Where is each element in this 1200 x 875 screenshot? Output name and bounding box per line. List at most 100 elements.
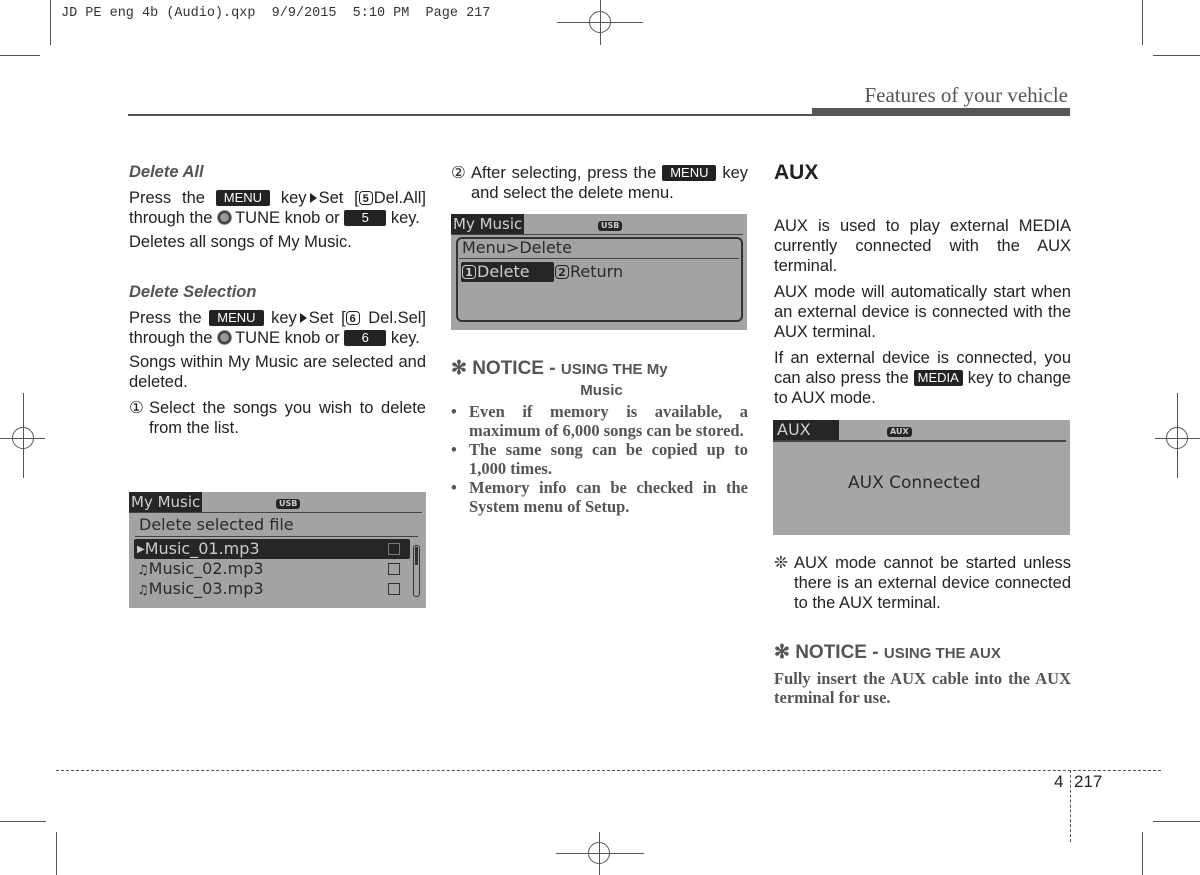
circled-number-icon: 5 [358,191,373,205]
text: or [324,329,340,347]
file-name: Music_03.mp3 [148,579,264,598]
menu-option-delete[interactable]: 1 Delete [461,262,554,282]
menu-key: MENU [215,190,271,206]
step-text: Select the songs you wish to delete from… [149,399,426,437]
text: key. [390,329,420,347]
divider [459,258,739,259]
notice-my-music: ✻ NOTICE - USING THE My Music • Even if m… [451,358,748,516]
option-number-icon: 1 [462,265,476,279]
note-text: AUX mode cannot be started unless there … [794,554,1071,612]
notice-subtitle: USING THE AUX [883,645,1001,662]
crop-mark [56,832,57,875]
aux-paragraph-1: AUX is used to play external MEDIA curre… [774,217,1071,275]
option-label: Delete [477,262,530,281]
text: Set [ [308,309,346,327]
screen-tab: My Music [129,492,203,512]
arrow-right-icon [309,193,317,203]
header-rule-accent [812,108,1070,116]
section-title: Features of your vehicle [864,83,1068,107]
key-5: 5 [344,210,387,226]
registration-mark [588,842,610,864]
screen-tab: My Music [451,214,525,234]
aux-note: ❊ AUX mode cannot be started unless ther… [774,553,1071,613]
notice-item: • Even if memory is available, a maximum … [451,402,748,440]
text: After selecting, press the [471,164,657,182]
delete-all-instructions: Press the MENU key Set [5 Del.All] through… [129,188,426,228]
text: TUNE knob [235,329,321,347]
crop-mark [1142,832,1143,875]
usb-badge: USB [598,221,623,231]
text: key [280,189,307,207]
page-number: 217 [1074,772,1103,791]
circled-number-icon: 6 [345,311,360,325]
text: key [271,309,297,327]
divider [135,536,418,537]
aux-paragraph-2: AUX mode will automatically start when a… [774,283,1071,341]
middle-column: ② After selecting, press the MENU key an… [451,163,748,203]
lcd-screen-aux: AUX AUX AUX Connected [773,420,1070,535]
notice-aux: ✻ NOTICE - USING THE AUX Fully insert th… [774,642,1071,707]
menu-option-return[interactable]: 2 Return [555,262,623,282]
play-arrow-icon: ▶ [137,544,145,555]
music-note-icon: ♫ [137,563,149,578]
registration-mark [12,427,34,449]
registration-mark [1166,427,1188,449]
arrow-right-icon [299,313,307,323]
media-key: MEDIA [913,370,963,386]
text: Memory info can be checked in the System… [469,478,748,516]
aux-paragraph-3: If an external device is connected, you … [774,348,1071,408]
crop-mark [0,55,40,56]
notice-subtitle: Music [580,382,623,399]
lcd-screen-delete-selected: My Music USB Delete selected file ▶Music… [129,492,426,608]
notice-item: • The same song can be copied up to 1,000… [451,440,748,478]
file-name: Music_01.mp3 [144,539,260,558]
text: Press the [129,189,205,207]
delete-all-heading: Delete All [129,163,204,181]
option-label: Return [570,262,624,281]
notice-subtitle: USING THE My [560,361,668,378]
tune-knob-icon [217,210,233,225]
text: The same song can be copied up to 1,000 … [469,440,748,478]
menu-key: MENU [662,165,717,181]
text: Set [ [318,189,359,207]
notice-label: NOTICE - [472,358,556,379]
usb-badge: USB [276,499,301,509]
option-number-icon: 2 [555,265,569,279]
scrollbar-thumb[interactable] [415,547,418,565]
divider [451,234,743,235]
notice-list: • Even if memory is available, a maximum … [451,402,748,516]
crop-mark [1142,0,1143,45]
lcd-screen-menu-delete: My Music USB Menu>Delete 1 Delete 2 Return [451,214,747,330]
checkbox[interactable] [388,543,400,555]
file-row[interactable]: ♫Music_02.mp3 [137,559,264,581]
file-row[interactable]: ▶Music_01.mp3 [137,539,260,560]
aux-status-message: AUX Connected [848,473,981,493]
checkbox[interactable] [388,563,400,575]
crop-mark [1153,821,1200,822]
step-text: After selecting, press the MENU key and … [471,163,748,203]
step-number: ② [451,164,466,182]
print-slug: JD PE eng 4b (Audio).qxp 9/9/2015 5:10 P… [61,6,491,21]
registration-mark [589,11,611,33]
music-note-icon: ♫ [137,583,149,598]
delete-selection-heading: Delete Selection [129,283,257,301]
text: Press the [129,309,202,327]
menu-key: MENU [209,310,264,326]
step-1: ① Select the songs you wish to delete fr… [129,398,426,438]
checkbox[interactable] [388,583,400,595]
screen-title: Delete selected file [139,515,294,534]
notice-heading: ✻ NOTICE - USING THE AUX [774,642,1071,665]
text: through the [129,209,213,227]
scrollbar[interactable] [413,545,420,597]
notice-heading: ✻ NOTICE - USING THE My Music [451,358,748,400]
file-name: Music_02.mp3 [148,559,264,578]
text: Even if memory is available, a maximum o… [469,402,748,440]
header-rule [128,114,812,116]
notice-label: NOTICE - [795,642,879,663]
file-row[interactable]: ♫Music_03.mp3 [137,579,264,601]
crop-mark [1153,55,1200,56]
footer-divider [1070,770,1071,842]
notice-text: Fully insert the AUX cable into the AUX … [774,669,1071,707]
screen-tab: AUX [773,420,839,440]
note-icon: ❊ [774,554,788,572]
